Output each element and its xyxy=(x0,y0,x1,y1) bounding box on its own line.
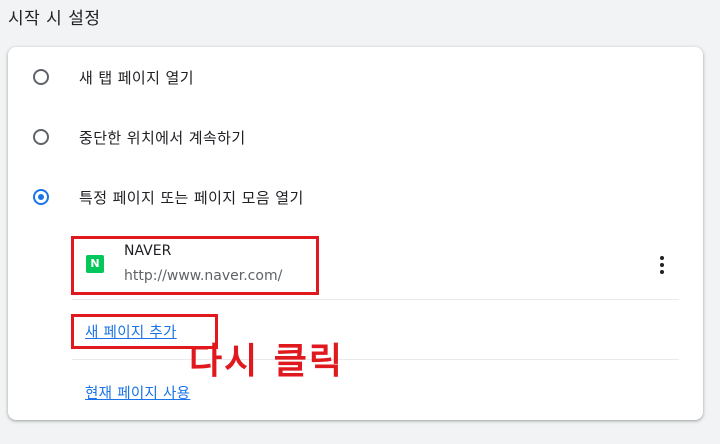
dot xyxy=(660,256,664,260)
more-vert-icon[interactable] xyxy=(646,249,678,281)
radio-button[interactable] xyxy=(33,129,49,145)
section-title: 시작 시 설정 xyxy=(8,9,101,29)
radio-button[interactable] xyxy=(33,69,49,85)
startup-settings-card: 새 탭 페이지 열기 중단한 위치에서 계속하기 특정 페이지 또는 페이지 모… xyxy=(8,47,703,420)
radio-option-continue[interactable]: 중단한 위치에서 계속하기 xyxy=(33,125,246,149)
radio-label: 특정 페이지 또는 페이지 모음 열기 xyxy=(79,188,304,207)
radio-option-specific-pages[interactable]: 특정 페이지 또는 페이지 모음 열기 xyxy=(33,185,304,209)
radio-button-checked[interactable] xyxy=(33,189,49,205)
radio-option-new-tab[interactable]: 새 탭 페이지 열기 xyxy=(33,65,194,89)
divider xyxy=(72,359,679,360)
dot xyxy=(660,263,664,267)
annotation-text: 다시 클릭 xyxy=(189,341,345,382)
highlight-box-site xyxy=(71,236,319,295)
radio-label: 새 탭 페이지 열기 xyxy=(79,68,194,87)
radio-label: 중단한 위치에서 계속하기 xyxy=(79,128,246,147)
use-current-pages-link[interactable]: 현재 페이지 사용 xyxy=(85,382,190,403)
settings-page: 시작 시 설정 새 탭 페이지 열기 중단한 위치에서 계속하기 특정 페이지 … xyxy=(0,0,720,444)
dot xyxy=(660,270,664,274)
